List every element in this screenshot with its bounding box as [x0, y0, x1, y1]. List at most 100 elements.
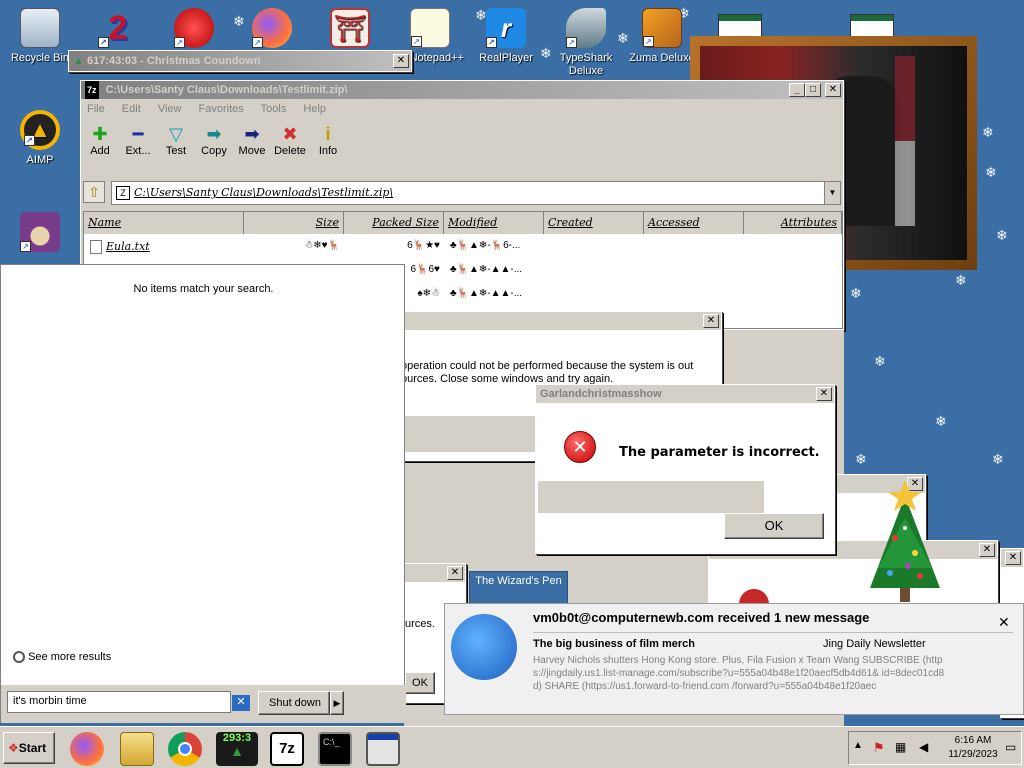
security-flag-icon[interactable]: ⚑	[873, 740, 885, 756]
windows-logo-icon: ❖	[8, 741, 19, 755]
maximize-button[interactable]: □	[805, 83, 821, 97]
sevenzip-taskbar-icon[interactable]: 7z	[270, 732, 304, 766]
garland-dialog[interactable]: Garlandchristmasshow ✕ ✕ The parameter i…	[535, 384, 835, 554]
address-dropdown-button[interactable]: ▼	[824, 182, 840, 204]
wizards-pen-label[interactable]: The Wizard's Pen	[469, 571, 568, 605]
tray-expand-icon[interactable]: ▲	[853, 740, 863, 751]
file-modified: ♣🦌▲❄-🦌6-...	[450, 240, 521, 251]
minimize-button[interactable]: _	[789, 83, 805, 97]
clock-time: 6:16 AM	[954, 735, 992, 746]
error-titlebar[interactable]: ✕	[405, 564, 465, 582]
notepadpp-icon: ↗	[410, 8, 450, 48]
search-input[interactable]: it's morbin time	[7, 691, 231, 713]
desktop-icon-aimp[interactable]: ▲ ↗ AIMP	[2, 110, 78, 166]
ok-button[interactable]: OK	[405, 672, 435, 694]
firefox-taskbar-icon[interactable]	[70, 732, 104, 766]
up-folder-button[interactable]: ⇧	[83, 181, 105, 203]
torii-gate-icon: ⛩	[330, 8, 370, 48]
info-button[interactable]: i Info	[309, 123, 347, 157]
mail-notification[interactable]: vm0b0t@computernewb.com received 1 new m…	[444, 603, 1024, 715]
snowflake: ❄	[855, 451, 867, 467]
close-button[interactable]: ✕	[447, 566, 463, 580]
file-packed: 6🦌★♥	[407, 240, 440, 251]
menu-view[interactable]: View	[158, 103, 182, 115]
delete-button[interactable]: ✖ Delete	[271, 123, 309, 157]
start-search-panel: No items match your search. See more res…	[0, 264, 406, 723]
close-button[interactable]: ✕	[703, 314, 719, 328]
col-created[interactable]: Created	[544, 212, 644, 234]
start-button[interactable]: ❖Start	[3, 732, 55, 764]
table-row[interactable]: Eula.txt ☃❄♥🦌 6🦌★♥ ♣🦌▲❄-🦌6-...	[84, 236, 842, 258]
window-taskbar-icon[interactable]	[366, 732, 400, 766]
desktop-icon-wizard[interactable]: ↗	[2, 212, 78, 256]
ok-button[interactable]: OK	[724, 513, 824, 539]
cmd-taskbar-icon[interactable]: C:\_	[318, 732, 352, 766]
monitor-icon[interactable]: ▭	[1005, 740, 1016, 754]
shark-icon: ↗	[566, 8, 606, 48]
col-name[interactable]: Name	[84, 212, 244, 234]
see-more-results-link[interactable]: See more results	[13, 651, 111, 664]
error-titlebar[interactable]: r ✕	[393, 312, 721, 330]
menu-edit[interactable]: Edit	[122, 103, 141, 115]
copy-button[interactable]: ➡ Copy	[195, 123, 233, 157]
desktop-icon-label: AIMP	[26, 154, 54, 166]
desktop-icon-label: TypeShark Deluxe	[559, 52, 613, 77]
divider	[533, 632, 1013, 633]
message-subject: The big business of film merch	[533, 638, 695, 650]
sevenzip-titlebar[interactable]: 7z C:\Users\Santy Claus\Downloads\Testli…	[81, 81, 843, 99]
volume-icon[interactable]: ◀	[919, 740, 928, 754]
shortcut-arrow-icon: ↗	[20, 241, 31, 252]
add-button[interactable]: ✚ Add	[81, 123, 119, 157]
desktop-icon-zuma[interactable]: ↗ Zuma Deluxe	[624, 8, 700, 64]
countdown-taskbar-button[interactable]: 293:3 ▲	[216, 732, 258, 766]
address-bar[interactable]: Z C:\Users\Santy Claus\Downloads\Testlim…	[111, 181, 841, 205]
wizard-icon: ↗	[20, 212, 60, 252]
file-size: ☃❄♥🦌	[304, 240, 340, 251]
shutdown-button[interactable]: Shut down	[258, 691, 330, 715]
col-accessed[interactable]: Accessed	[644, 212, 744, 234]
shutdown-options-button[interactable]: ▶	[330, 691, 344, 715]
menu-favorites[interactable]: Favorites	[199, 103, 244, 115]
col-attributes[interactable]: Attributes	[744, 212, 842, 234]
tray-clock[interactable]: 6:16 AM 11/29/2023	[945, 734, 1001, 762]
desktop-icon-2[interactable]: 2 ↗	[80, 8, 156, 52]
toolbar: ✚ Add ━ Ext... ▽ Test ➡ Copy ➡ Move ✖ Delete i…	[81, 123, 381, 169]
menu-help[interactable]: Help	[303, 103, 326, 115]
message-sender: Jing Daily Newsletter	[823, 638, 926, 650]
shortcut-arrow-icon: ↗	[566, 37, 577, 48]
close-button[interactable]: ✕	[393, 54, 409, 68]
close-button[interactable]: ✕	[1005, 551, 1021, 565]
move-button[interactable]: ➡ Move	[233, 123, 271, 157]
desktop-icon-recycle-bin[interactable]: Recycle Bin	[2, 8, 78, 64]
shortcut-arrow-icon: ↗	[252, 37, 263, 48]
countdown-titlebar[interactable]: ▲ 617:43:03 - Christmas Coundown ✕	[69, 51, 411, 71]
desktop-icon-firefox[interactable]: ↗	[234, 8, 310, 52]
col-modified[interactable]: Modified	[444, 212, 544, 234]
file-explorer-taskbar-icon[interactable]	[120, 732, 154, 766]
close-button[interactable]: ✕	[825, 83, 841, 97]
desktop-icon-monster[interactable]: ↗	[156, 8, 232, 52]
test-button[interactable]: ▽ Test	[157, 123, 195, 157]
tree-icon: ▲	[73, 55, 84, 67]
clear-search-button[interactable]: ✕	[232, 695, 250, 711]
col-size[interactable]: Size	[244, 212, 344, 234]
close-notification-button[interactable]: ✕	[998, 614, 1010, 631]
menu-tools[interactable]: Tools	[261, 103, 287, 115]
dialog-titlebar[interactable]: Garlandchristmasshow ✕	[536, 385, 834, 403]
extract-button[interactable]: ━ Ext...	[119, 123, 157, 157]
network-icon[interactable]: ▦	[895, 740, 906, 754]
countdown-window[interactable]: ▲ 617:43:03 - Christmas Coundown ✕	[68, 50, 412, 72]
menu-file[interactable]: File	[87, 103, 105, 115]
close-button[interactable]: ✕	[816, 387, 832, 401]
desktop-icon-typeshark[interactable]: ↗ TypeShark Deluxe	[548, 8, 624, 78]
red-monster-icon: ↗	[174, 8, 214, 48]
col-packed[interactable]: Packed Size	[344, 212, 444, 234]
desktop-icon-realplayer[interactable]: r ↗ RealPlayer	[468, 8, 544, 64]
info-icon: i	[325, 124, 331, 144]
desktop-icon-torii[interactable]: ⛩	[312, 8, 388, 52]
extract-icon: ━	[132, 124, 144, 144]
chrome-taskbar-icon[interactable]	[168, 732, 202, 766]
close-button[interactable]: ✕	[979, 543, 995, 557]
file-modified: ♣🦌▲❄-▲▲-...	[450, 288, 523, 299]
christmas-tree	[850, 478, 960, 608]
